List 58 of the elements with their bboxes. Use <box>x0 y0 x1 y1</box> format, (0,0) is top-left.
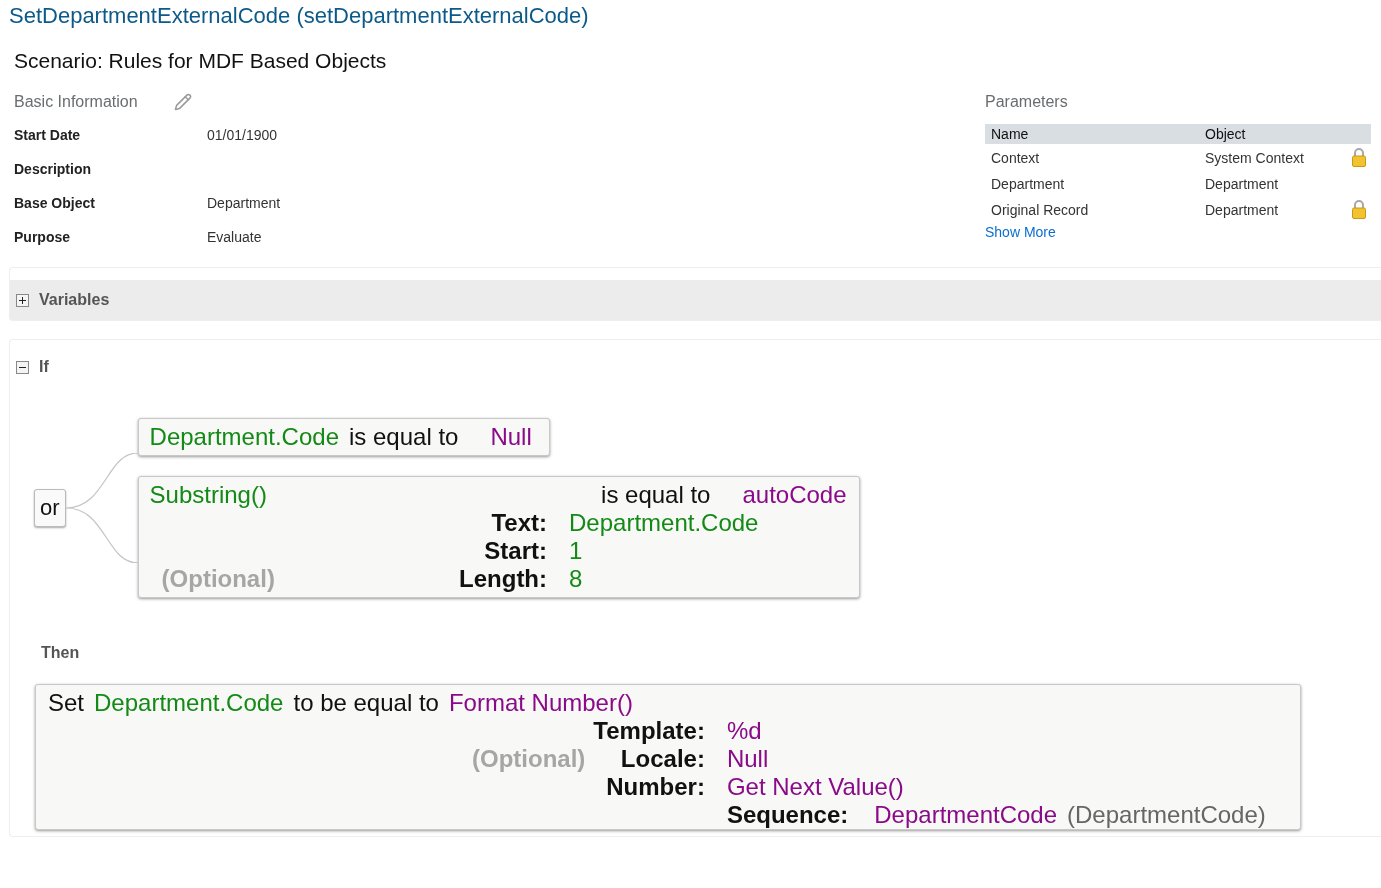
page-title: SetDepartmentExternalCode (setDepartmentExternalCode) <box>9 3 589 29</box>
section-label: Then <box>41 644 80 662</box>
optional-label: (Optional) <box>472 745 586 773</box>
action-verb: to be equal to <box>293 689 439 717</box>
left-operand: Department.Code <box>149 423 339 451</box>
expand-icon[interactable] <box>16 293 29 307</box>
section-label: Variables <box>39 291 110 309</box>
field-label: Description <box>14 161 92 179</box>
condition-box[interactable]: Substring() is equal to autoCode Text: Department.Code Start: 1 (Optional) Length: 8 <box>137 476 860 598</box>
section-heading: Parameters <box>985 93 1069 111</box>
collapse-icon[interactable] <box>16 360 29 374</box>
table-cell-text: System Context <box>1204 149 1305 168</box>
show-more-link[interactable]: Show More <box>985 224 1056 240</box>
argument-value: Department.Code <box>569 509 759 537</box>
edit-icon[interactable] <box>173 93 192 111</box>
argument-value: 1 <box>569 537 583 565</box>
condition-box[interactable]: Department.Code is equal to Null <box>137 418 550 456</box>
argument-value: %d <box>726 717 762 745</box>
comparator-text: is equal to <box>349 423 459 451</box>
operator-node[interactable]: or <box>34 489 66 527</box>
section-heading: Basic Information <box>14 93 138 111</box>
field-value: Department <box>207 195 281 213</box>
field-label: Purpose <box>14 229 71 247</box>
column-header: Object <box>1204 125 1247 144</box>
field-value: Evaluate <box>207 229 263 247</box>
argument-value: 8 <box>569 565 583 593</box>
argument-label: Template: <box>593 717 705 745</box>
argument-label: Number: <box>605 773 705 802</box>
table-cell-text: Department <box>1204 175 1280 194</box>
table-cell-text: Department <box>990 175 1066 194</box>
scenario-title: Scenario: Rules for MDF Based Objects <box>14 49 387 73</box>
action-target: Department.Code <box>94 689 284 717</box>
field-label: Start Date <box>14 127 82 145</box>
column-header: Name <box>990 125 1030 144</box>
variables-bar[interactable]: Variables <box>10 280 1381 320</box>
argument-label: Length: <box>458 565 548 593</box>
action-value: Format Number() <box>448 689 633 717</box>
argument-value: Null <box>726 745 769 773</box>
argument-value: Get Next Value() <box>726 773 904 801</box>
argument-value: DepartmentCode <box>874 801 1058 829</box>
optional-label: (Optional) <box>161 565 276 593</box>
argument-label: Start: <box>483 537 548 565</box>
argument-label: Sequence: <box>726 801 849 829</box>
argument-label: Text: <box>490 509 548 537</box>
argument-label: Locale: <box>619 745 705 773</box>
left-operand: Substring() <box>149 481 267 509</box>
field-label: Base Object <box>14 195 96 213</box>
table-cell-text: Context <box>990 149 1041 168</box>
table-cell-text: Department <box>1204 201 1280 220</box>
section-label: If <box>39 358 49 376</box>
table-cell-text: Original Record <box>990 201 1090 220</box>
action-box[interactable]: Set Department.Code to be equal to Format Number() Template: %d (Optional) Locale: Null Number: Get Next Value() Sequence: DepartmentCode (DepartmentCode) <box>35 684 1301 830</box>
comparator-text: is equal to <box>601 481 711 509</box>
argument-note: (DepartmentCode) <box>1067 801 1266 829</box>
right-operand: autoCode <box>742 481 847 509</box>
right-operand: Null <box>490 423 532 451</box>
field-value: 01/01/1900 <box>207 127 279 145</box>
action-keyword: Set <box>48 689 85 717</box>
